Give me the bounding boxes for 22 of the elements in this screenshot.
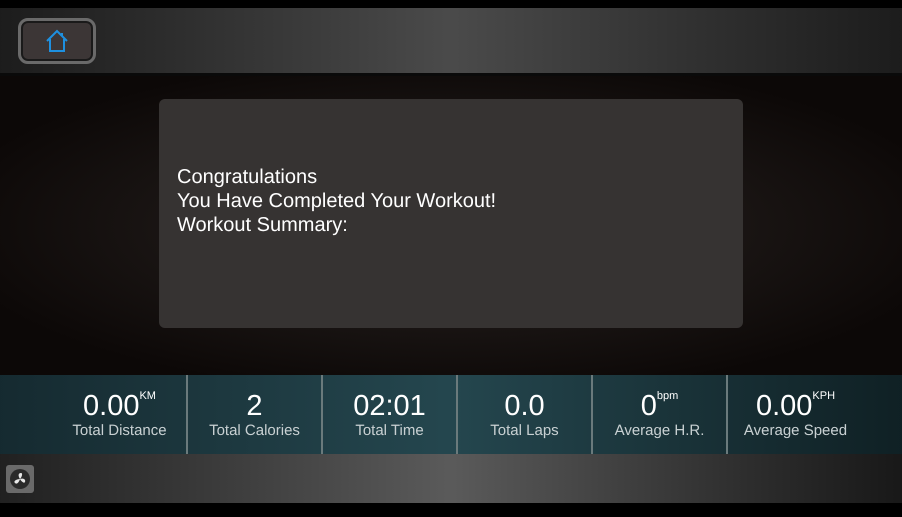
stat-unit: KM (139, 390, 156, 402)
stat-label: Total Distance (72, 422, 167, 440)
stat-unit: KPH (812, 390, 836, 402)
stat-value: 0.0 (504, 390, 545, 422)
message-text: You Have Completed Your Workout! (177, 189, 498, 213)
fan-button[interactable] (6, 464, 34, 492)
message-text: Workout Summary: (177, 213, 349, 237)
stat-label: Average H.R. (614, 422, 704, 440)
message-text: Congratulations (177, 165, 318, 189)
home-icon (44, 28, 70, 54)
stat-value: 0.00 (756, 390, 812, 422)
stat-unit: bpm (656, 390, 678, 402)
stat-value: 02:01 (353, 390, 426, 422)
stat-label: Total Calories (209, 422, 300, 440)
stat-value: 2 (246, 390, 263, 422)
stat-label: Total Time (355, 422, 424, 440)
stat-value: 0.00 (83, 390, 140, 422)
stat-label: Average Speed (744, 422, 848, 440)
home-button[interactable] (18, 18, 96, 64)
stat-value: 0 (640, 390, 657, 422)
fan-icon (9, 468, 31, 490)
stat-label: Total Laps (490, 422, 559, 440)
